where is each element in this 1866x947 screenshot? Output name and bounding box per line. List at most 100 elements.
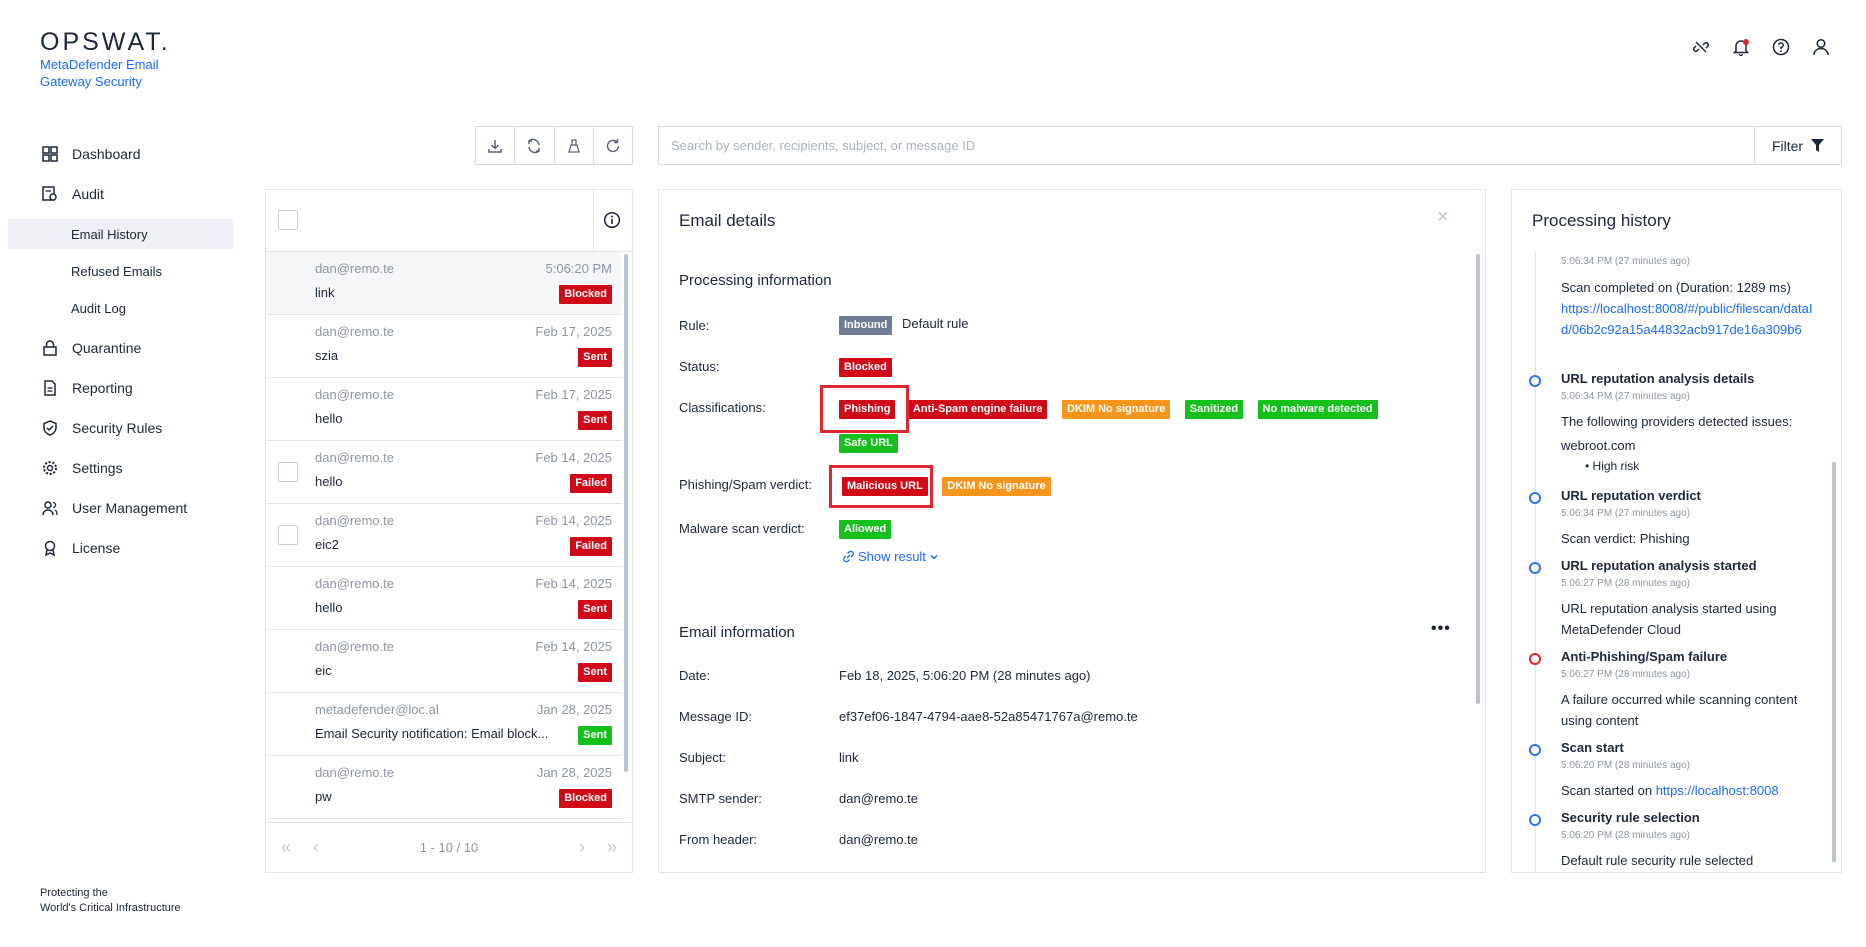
shield-check-icon	[40, 418, 60, 438]
filter-label: Filter	[1771, 137, 1804, 154]
event-title: Scan start	[1561, 740, 1624, 755]
nav-reporting[interactable]: Reporting	[0, 371, 233, 405]
row-checkbox[interactable]	[278, 525, 298, 545]
subject-value: link	[839, 750, 859, 765]
filter-button[interactable]: Filter	[1754, 126, 1842, 165]
next-page-button[interactable]: ›	[567, 837, 597, 858]
download-button[interactable]	[476, 127, 516, 164]
history-scrollbar[interactable]	[1832, 462, 1836, 862]
bell-icon[interactable]	[1730, 36, 1752, 58]
product-name: MetaDefender Email Gateway Security	[40, 57, 159, 89]
nav-security-rules-label: Security Rules	[72, 420, 163, 436]
list-toolbar	[475, 126, 633, 165]
email-row[interactable]: dan@remo.te Feb 14, 2025 eic2 Failed	[266, 504, 622, 567]
row-date: Feb 14, 2025	[535, 450, 612, 465]
show-result-link[interactable]: Show result	[842, 549, 939, 564]
nav-audit[interactable]: Audit	[0, 177, 233, 211]
email-row[interactable]: dan@remo.te Feb 17, 2025 szia Sent	[266, 315, 622, 378]
email-row[interactable]: metadefender@loc.al Jan 28, 2025 Email S…	[266, 693, 622, 756]
status-label: Status:	[679, 359, 720, 374]
message-id-value: ef37ef06-1847-4794-aae8-52a85471767a@rem…	[839, 709, 1138, 724]
resend-button[interactable]	[515, 127, 555, 164]
classification-badge: Safe URL	[839, 434, 898, 453]
help-icon[interactable]	[1770, 36, 1792, 58]
nav-settings-label: Settings	[72, 460, 123, 476]
smtp-sender-value: dan@remo.te	[839, 791, 918, 806]
event-desc-text: The following providers detected issues:	[1561, 414, 1793, 429]
timeline-dot	[1529, 562, 1541, 574]
event-description: Scan verdict: Phishing	[1561, 531, 1690, 546]
nav-audit-log[interactable]: Audit Log	[8, 293, 233, 323]
row-sender: dan@remo.te	[315, 513, 394, 528]
row-sender: dan@remo.te	[315, 261, 394, 276]
nav-quarantine-label: Quarantine	[72, 340, 142, 356]
email-info-title: Email information	[679, 624, 795, 641]
row-status-badge: Blocked	[559, 285, 612, 304]
info-icon[interactable]	[603, 211, 621, 234]
nav-settings[interactable]: Settings	[0, 451, 233, 485]
email-row[interactable]: dan@remo.te Feb 14, 2025 hello Sent	[266, 567, 622, 630]
event-title: URL reputation analysis details	[1561, 371, 1755, 386]
row-sender: dan@remo.te	[315, 765, 394, 780]
malicious-url-highlight-box	[829, 465, 933, 508]
footer-tagline: Protecting the World's Critical Infrastr…	[40, 886, 181, 916]
more-options-icon[interactable]: •••	[1431, 620, 1451, 638]
row-status-badge: Failed	[570, 537, 612, 556]
event-description: The following providers detected issues:…	[1561, 411, 1816, 477]
row-checkbox[interactable]	[278, 462, 298, 482]
row-date: 5:06:20 PM	[545, 261, 613, 276]
status-value: Blocked	[839, 358, 892, 377]
nav-refused-emails[interactable]: Refused Emails	[8, 256, 233, 286]
event-description: URL reputation analysis started using Me…	[1561, 601, 1777, 637]
email-row[interactable]: dan@remo.te Feb 14, 2025 eic Sent	[266, 630, 622, 693]
details-title: Email details	[679, 211, 776, 230]
nav-user-management[interactable]: User Management	[0, 491, 233, 525]
close-icon[interactable]: ×	[1437, 206, 1449, 229]
select-all-checkbox[interactable]	[278, 210, 298, 230]
row-date: Feb 14, 2025	[535, 513, 612, 528]
email-row[interactable]: dan@remo.te Feb 14, 2025 hello Failed	[266, 441, 622, 504]
scan-host-link[interactable]: https://localhost:8008	[1656, 783, 1779, 798]
filescan-link[interactable]: https://localhost:8008/#/public/filescan…	[1561, 301, 1813, 337]
unlink-icon[interactable]	[1690, 36, 1712, 58]
list-scrollbar[interactable]	[624, 254, 628, 772]
nav-reporting-label: Reporting	[72, 380, 133, 396]
email-row[interactable]: dan@remo.te Jan 28, 2025 pw Blocked	[266, 756, 622, 819]
event-title: Anti-Phishing/Spam failure	[1561, 649, 1728, 664]
row-subject: link	[315, 285, 335, 300]
search-input[interactable]	[658, 126, 1755, 165]
chevron-down-icon	[930, 554, 938, 560]
row-subject: hello	[315, 474, 343, 489]
filter-icon	[1811, 139, 1825, 152]
pagination-text: 1 - 10 / 10	[419, 840, 479, 855]
list-header	[266, 190, 632, 252]
details-scrollbar[interactable]	[1476, 254, 1480, 704]
row-subject: pw	[315, 789, 332, 804]
classifications-list-row2: Safe URL	[839, 433, 898, 453]
first-page-button[interactable]: «	[271, 837, 301, 858]
refresh-button[interactable]	[594, 127, 632, 164]
last-page-button[interactable]: »	[597, 837, 627, 858]
subject-label: Subject:	[679, 750, 726, 765]
email-row[interactable]: dan@remo.te Feb 17, 2025 hello Sent	[266, 378, 622, 441]
classification-badge: Anti-Spam engine failure	[907, 400, 1048, 419]
nav-license[interactable]: License	[0, 531, 233, 565]
users-icon	[40, 498, 60, 518]
sanitize-button[interactable]	[555, 127, 594, 164]
processing-info-title: Processing information	[679, 272, 832, 289]
status-badge: Blocked	[839, 358, 892, 377]
rule-direction-tag: Inbound	[839, 316, 893, 335]
event-title: Security rule selection	[1561, 810, 1700, 825]
sync-icon	[528, 138, 541, 153]
nav-quarantine[interactable]: Quarantine	[0, 331, 233, 365]
audit-icon	[40, 184, 60, 204]
nav-email-history[interactable]: Email History	[8, 219, 233, 249]
nav-security-rules[interactable]: Security Rules	[0, 411, 233, 445]
timeline-dot	[1529, 492, 1541, 504]
prev-page-button[interactable]: ‹	[301, 837, 331, 858]
verdict-label: Phishing/Spam verdict:	[679, 477, 812, 492]
nav-dashboard[interactable]: Dashboard	[0, 137, 233, 171]
user-icon[interactable]	[1810, 36, 1832, 58]
email-row[interactable]: dan@remo.te 5:06:20 PM link Blocked	[266, 252, 622, 315]
timeline-dot	[1529, 744, 1541, 756]
